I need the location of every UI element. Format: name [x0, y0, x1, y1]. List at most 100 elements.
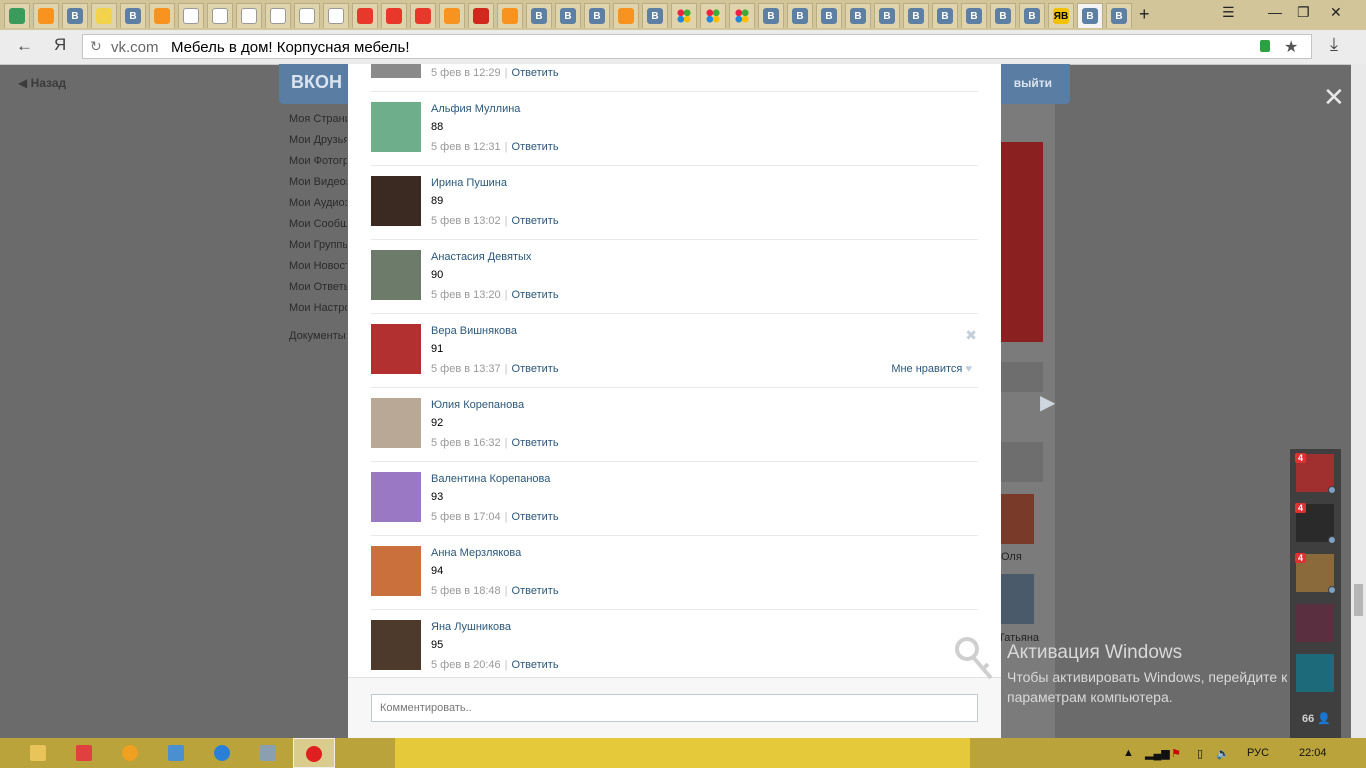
left-menu-item[interactable]: Мои Фотографии: [289, 155, 347, 176]
yandex-logo[interactable]: Я: [54, 35, 66, 55]
browser-tab[interactable]: В: [1019, 3, 1045, 28]
browser-tab[interactable]: [323, 3, 349, 28]
comment-input[interactable]: Комментировать..: [371, 694, 978, 722]
mail-icon[interactable]: [122, 745, 138, 761]
browser-tab[interactable]: [671, 3, 697, 28]
calculator-icon[interactable]: [260, 745, 276, 761]
browser-tab[interactable]: [207, 3, 233, 28]
reply-link[interactable]: Ответить: [512, 363, 559, 375]
left-menu-item[interactable]: Мои Аудиозаписи: [289, 197, 347, 218]
browser-tab[interactable]: [468, 3, 494, 28]
browser-tab[interactable]: [294, 3, 320, 28]
browser-tab[interactable]: [729, 3, 755, 28]
menu-icon[interactable]: ☰: [1222, 4, 1235, 21]
comment-date[interactable]: 5 фев в 16:32: [431, 437, 501, 449]
chat-contact-avatar[interactable]: [1296, 654, 1334, 692]
media-icon[interactable]: [168, 745, 184, 761]
chat-contact-avatar[interactable]: 4: [1295, 503, 1336, 544]
browser-tab[interactable]: В: [758, 3, 784, 28]
comment-date[interactable]: 5 фев в 12:31: [431, 141, 501, 153]
minimize-icon[interactable]: —: [1268, 4, 1282, 20]
browser-tab[interactable]: [149, 3, 175, 28]
comment-date[interactable]: 5 фев в 13:37: [431, 363, 501, 375]
browser-tab[interactable]: В: [62, 3, 88, 28]
browser-tab[interactable]: В: [526, 3, 552, 28]
left-menu-item[interactable]: Моя Страница: [289, 113, 347, 134]
left-menu-item[interactable]: Мои Видеозаписи: [289, 176, 347, 197]
exit-link[interactable]: выйти: [1014, 76, 1052, 90]
browser-tab[interactable]: В: [903, 3, 929, 28]
browser-tab[interactable]: [613, 3, 639, 28]
browser-tab[interactable]: [265, 3, 291, 28]
browser-tab[interactable]: В: [642, 3, 668, 28]
back-arrow-icon[interactable]: ←: [16, 36, 33, 56]
browser-tab[interactable]: В: [961, 3, 987, 28]
browser-tab[interactable]: [178, 3, 204, 28]
vk-logo[interactable]: ВКОН: [291, 72, 342, 93]
browser-tab[interactable]: В: [845, 3, 871, 28]
language-indicator[interactable]: РУС: [1247, 747, 1269, 759]
documents-link[interactable]: Документы: [289, 330, 346, 342]
friend-photo[interactable]: [1001, 494, 1034, 544]
comment-author[interactable]: Анна Мерзлякова: [431, 547, 521, 559]
chat-contact-avatar[interactable]: 4: [1295, 453, 1336, 494]
comment-avatar[interactable]: [371, 64, 421, 78]
new-tab-button[interactable]: +: [1139, 4, 1150, 25]
reply-link[interactable]: Ответить: [512, 511, 559, 523]
page-scrollbar[interactable]: [1351, 64, 1366, 738]
left-menu-item[interactable]: Мои Друзья: [289, 134, 347, 155]
browser-tab[interactable]: [91, 3, 117, 28]
friend-photo[interactable]: [1001, 574, 1034, 624]
show-hidden-icons-icon[interactable]: ▲: [1123, 747, 1134, 759]
back-link[interactable]: ◀ Назад: [18, 76, 66, 90]
downloads-icon[interactable]: ⤓: [1330, 34, 1338, 55]
browser-tab[interactable]: [700, 3, 726, 28]
comment-date[interactable]: 5 фев в 18:48: [431, 585, 501, 597]
browser-tab[interactable]: [4, 3, 30, 28]
restore-icon[interactable]: ❐: [1297, 4, 1310, 21]
reply-link[interactable]: Ответить: [512, 437, 559, 449]
yandex-browser-taskbar-button[interactable]: [293, 738, 335, 768]
chat-contact-avatar[interactable]: [1296, 604, 1334, 642]
post-photo[interactable]: [1001, 142, 1043, 342]
explorer-icon[interactable]: [30, 745, 46, 761]
yandex-app-icon[interactable]: [76, 745, 92, 761]
comment-author[interactable]: Яна Лушникова: [431, 621, 511, 633]
browser-tab[interactable]: В: [1106, 3, 1132, 28]
close-window-icon[interactable]: ✕: [1330, 4, 1342, 21]
reply-link[interactable]: Ответить: [512, 289, 559, 301]
left-menu-item[interactable]: Мои Сообщения: [289, 218, 347, 239]
reload-icon[interactable]: ↻: [90, 38, 102, 55]
close-viewer-icon[interactable]: ✕: [1323, 82, 1345, 113]
browser-tab[interactable]: [352, 3, 378, 28]
like-button[interactable]: Мне нравится ♥: [891, 363, 972, 375]
reply-link[interactable]: Ответить: [512, 67, 559, 79]
reply-link[interactable]: Ответить: [512, 141, 559, 153]
comment-date[interactable]: 5 фев в 12:29: [431, 67, 501, 79]
comment-avatar[interactable]: [371, 546, 421, 596]
comment-avatar[interactable]: [371, 250, 421, 300]
browser-tab[interactable]: В: [584, 3, 610, 28]
browser-tab[interactable]: [33, 3, 59, 28]
browser-tab[interactable]: [236, 3, 262, 28]
comment-author[interactable]: Валентина Корепанова: [431, 473, 550, 485]
reply-link[interactable]: Ответить: [512, 659, 559, 671]
battery-icon[interactable]: ▯: [1197, 747, 1203, 760]
comment-avatar[interactable]: [371, 176, 421, 226]
comment-avatar[interactable]: [371, 620, 421, 670]
comment-author[interactable]: Анастасия Девятых: [431, 251, 531, 263]
browser-tab[interactable]: В: [874, 3, 900, 28]
comment-date[interactable]: 5 фев в 13:02: [431, 215, 501, 227]
left-menu-item[interactable]: Мои Ответы: [289, 281, 347, 302]
browser-tab[interactable]: В: [932, 3, 958, 28]
comment-avatar[interactable]: [371, 324, 421, 374]
browser-tab[interactable]: [381, 3, 407, 28]
friend-name[interactable]: Оля: [1001, 551, 1022, 563]
comment-avatar[interactable]: [371, 398, 421, 448]
next-photo-arrow-icon[interactable]: ▶: [1040, 390, 1055, 415]
delete-comment-icon[interactable]: ✖: [965, 327, 977, 344]
browser-tab[interactable]: В: [787, 3, 813, 28]
comment-author[interactable]: Вера Вишнякова: [431, 325, 517, 337]
browser-tab[interactable]: [439, 3, 465, 28]
network-icon[interactable]: ▂▄▆: [1145, 747, 1170, 760]
